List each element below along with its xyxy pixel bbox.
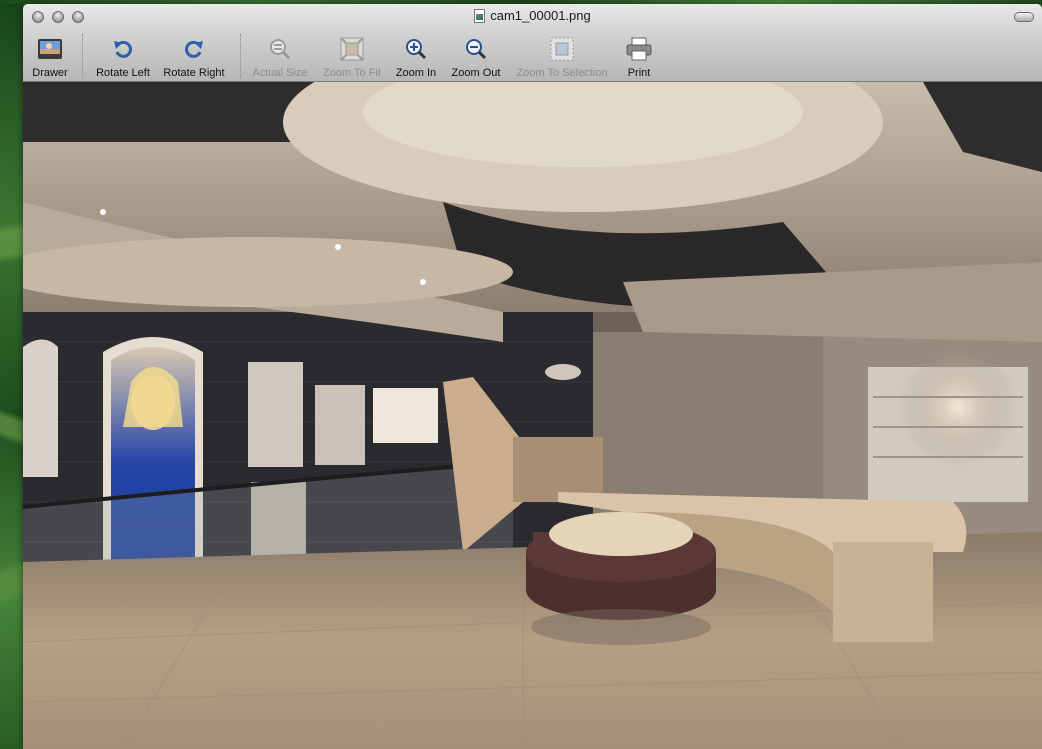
- toolbar-separator: [240, 34, 241, 78]
- zoom-to-selection-button[interactable]: Zoom To Selection: [509, 32, 615, 82]
- drawer-button[interactable]: Drawer: [29, 32, 71, 82]
- zoom-to-selection-icon: [545, 32, 579, 66]
- rotate-left-label: Rotate Left: [96, 67, 150, 79]
- zoom-to-selection-label: Zoom To Selection: [516, 67, 608, 79]
- title-toolbar-area: cam1_00001.png Drawer Rotate Left Rotate…: [23, 4, 1042, 82]
- zoom-to-fit-button[interactable]: Zoom To Fit: [317, 32, 387, 82]
- drawer-icon: [33, 32, 67, 66]
- image-viewer[interactable]: [23, 82, 1042, 749]
- zoom-to-fit-icon: [335, 32, 369, 66]
- preview-window: cam1_00001.png Drawer Rotate Left Rotate…: [23, 4, 1042, 749]
- zoom-out-button[interactable]: Zoom Out: [447, 32, 505, 82]
- rotate-right-icon: [177, 32, 211, 66]
- actual-size-icon: [263, 32, 297, 66]
- zoom-in-button[interactable]: Zoom In: [391, 32, 441, 82]
- actual-size-label: Actual Size: [252, 67, 308, 79]
- png-file-icon[interactable]: [474, 8, 486, 23]
- drawer-label: Drawer: [32, 67, 68, 79]
- rotate-right-button[interactable]: Rotate Right: [159, 32, 229, 82]
- print-icon: [622, 32, 656, 66]
- zoom-in-label: Zoom In: [395, 67, 437, 79]
- rotate-left-button[interactable]: Rotate Left: [91, 32, 155, 82]
- print-button[interactable]: Print: [621, 32, 657, 82]
- zoom-out-icon: [459, 32, 493, 66]
- zoom-out-label: Zoom Out: [451, 67, 501, 79]
- rotate-left-icon: [106, 32, 140, 66]
- toolbar-toggle-button[interactable]: [1014, 12, 1034, 22]
- print-label: Print: [627, 67, 651, 79]
- toolbar: Drawer Rotate Left Rotate Right Actual S…: [23, 32, 1042, 82]
- toolbar-separator: [82, 34, 83, 78]
- rendered-interior-image: [23, 82, 1042, 749]
- zoom-in-icon: [399, 32, 433, 66]
- window-title-text: cam1_00001.png: [490, 8, 591, 23]
- zoom-to-fit-label: Zoom To Fit: [323, 67, 381, 79]
- window-title: cam1_00001.png: [23, 8, 1042, 23]
- actual-size-button[interactable]: Actual Size: [249, 32, 311, 82]
- desktop-background: [0, 0, 23, 749]
- rotate-right-label: Rotate Right: [163, 67, 225, 79]
